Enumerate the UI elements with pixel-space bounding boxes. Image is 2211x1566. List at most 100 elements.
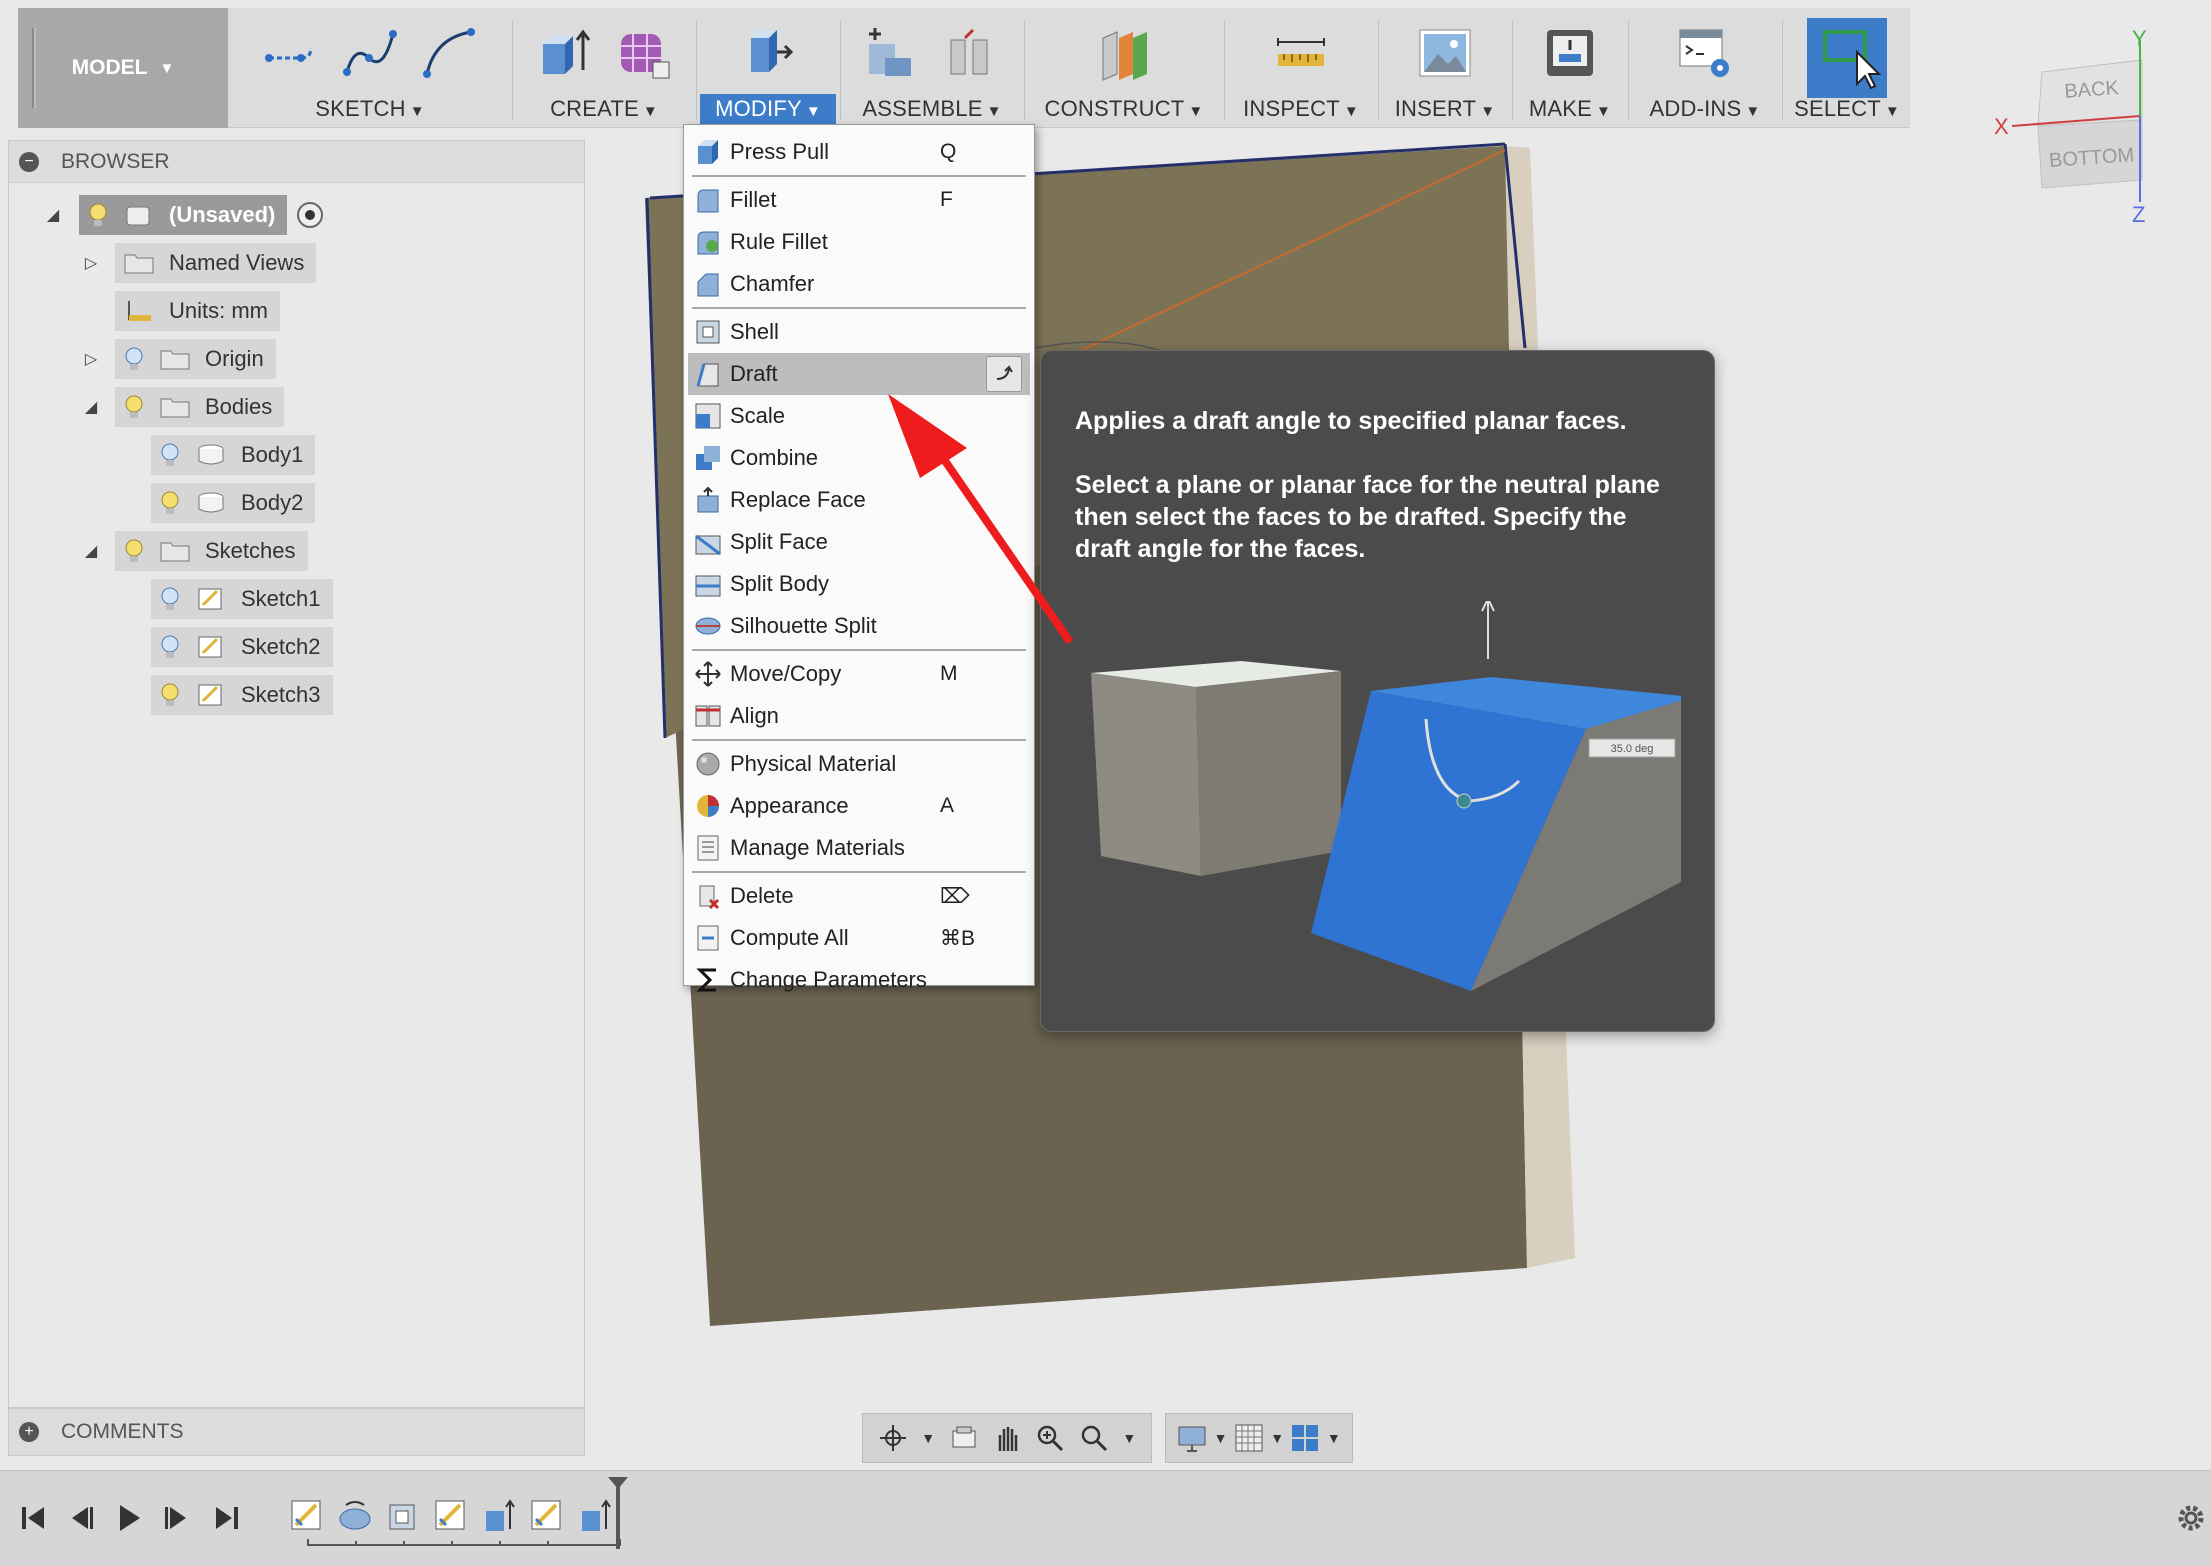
menu-item-appearance[interactable]: Appearance A — [684, 785, 1034, 827]
tree-node-body1[interactable]: Body1 — [151, 435, 316, 475]
browser-header[interactable]: − BROWSER — [9, 141, 584, 183]
3d-print-icon[interactable] — [1541, 24, 1599, 82]
zoom-icon[interactable] — [1035, 1423, 1065, 1453]
toolbar-group-create[interactable]: CREATE ▼ — [514, 8, 694, 128]
comments-panel-header[interactable]: + COMMENTS — [8, 1408, 585, 1456]
tree-node-named-views[interactable]: Named Views — [115, 243, 317, 283]
view-cube[interactable]: BACK BOTTOM X Y Z — [1982, 30, 2162, 230]
lightbulb-icon[interactable] — [87, 202, 109, 228]
toolbar-group-construct[interactable]: CONSTRUCT ▼ — [1026, 8, 1222, 128]
expand-triangle-icon[interactable]: ▷ — [79, 349, 103, 369]
menu-item-rule-fillet[interactable]: Rule Fillet — [684, 221, 1034, 263]
new-component-icon[interactable] — [863, 24, 921, 82]
lightbulb-icon[interactable] — [123, 394, 145, 420]
tree-node-sketches[interactable]: Sketches — [115, 531, 308, 571]
orbit-icon[interactable] — [878, 1423, 908, 1453]
tree-node-bodies[interactable]: Bodies — [115, 387, 285, 427]
menu-item-delete[interactable]: Delete ⌦ — [684, 875, 1034, 917]
menu-item-press-pull[interactable]: Press Pull Q — [684, 131, 1034, 173]
zoom-window-icon[interactable] — [1079, 1423, 1109, 1453]
tree-row-body2[interactable]: Body2 — [151, 483, 316, 523]
chevron-down-icon[interactable]: ▼ — [1327, 1430, 1341, 1446]
menu-item-change-parameters[interactable]: Change Parameters — [684, 959, 1034, 1001]
chevron-down-icon[interactable]: ▼ — [1122, 1430, 1136, 1446]
toolbar-group-sketch[interactable]: SKETCH ▼ — [230, 8, 510, 128]
arc-sketch-icon[interactable] — [421, 24, 479, 82]
display-settings-icon[interactable] — [1177, 1423, 1207, 1453]
toolbar-group-insert[interactable]: INSERT ▼ — [1380, 8, 1510, 128]
offset-plane-icon[interactable] — [1095, 24, 1153, 82]
shell-icon — [696, 320, 720, 344]
spline-sketch-icon[interactable] — [341, 24, 399, 82]
chevron-down-icon[interactable]: ▼ — [1270, 1430, 1284, 1446]
tree-row-sketch1[interactable]: Sketch1 — [151, 579, 333, 619]
tree-node-sketch2[interactable]: Sketch2 — [151, 627, 333, 667]
menu-item-manage-materials[interactable]: Manage Materials — [684, 827, 1034, 869]
tree-row-origin[interactable]: ▷ Origin — [79, 339, 276, 379]
lightbulb-icon[interactable] — [159, 634, 181, 660]
extrude-icon[interactable] — [535, 24, 593, 82]
tree-row-units[interactable]: Units: mm — [115, 291, 280, 331]
joint-icon[interactable] — [943, 24, 1001, 82]
menu-item-fillet[interactable]: Fillet F — [684, 179, 1034, 221]
line-sketch-icon[interactable] — [261, 24, 319, 82]
workspace-switcher-button[interactable]: MODEL ▼ — [18, 8, 228, 128]
lightbulb-icon[interactable] — [123, 346, 145, 372]
grid-icon[interactable] — [1234, 1423, 1264, 1453]
tree-row-sketches[interactable]: ◢ Sketches — [79, 531, 308, 571]
expand-triangle-icon[interactable]: ▷ — [79, 253, 103, 273]
collapse-icon[interactable]: − — [19, 151, 39, 172]
tree-row-sketch2[interactable]: Sketch2 — [151, 627, 333, 667]
step-forward-icon[interactable] — [160, 1501, 194, 1535]
viewports-icon[interactable] — [1290, 1423, 1320, 1453]
chevron-down-icon[interactable]: ▼ — [921, 1430, 935, 1446]
tree-root[interactable]: ◢ (Unsaved) — [41, 195, 325, 235]
select-window-icon[interactable] — [1807, 18, 1887, 98]
tree-node-sketch3[interactable]: Sketch3 — [151, 675, 333, 715]
form-icon[interactable] — [615, 24, 673, 82]
timeline-marker-handle[interactable] — [606, 1475, 630, 1551]
tree-row-named-views[interactable]: ▷ Named Views — [79, 243, 317, 283]
expand-triangle-icon[interactable]: ◢ — [79, 397, 103, 417]
toolbar-group-inspect[interactable]: INSPECT ▼ — [1226, 8, 1376, 128]
toolbar-group-add-ins[interactable]: ADD-INS ▼ — [1630, 8, 1780, 128]
lightbulb-icon[interactable] — [159, 586, 181, 612]
lightbulb-icon[interactable] — [159, 490, 181, 516]
press-pull-icon[interactable] — [739, 24, 797, 82]
tree-row-bodies[interactable]: ◢ Bodies — [79, 387, 285, 427]
expand-triangle-icon[interactable]: ◢ — [41, 205, 65, 225]
go-to-end-icon[interactable] — [210, 1501, 244, 1535]
insert-image-icon[interactable] — [1416, 24, 1474, 82]
lightbulb-icon[interactable] — [159, 442, 181, 468]
menu-item-align[interactable]: Align — [684, 695, 1034, 737]
toolbar-group-assemble[interactable]: ASSEMBLE ▼ — [842, 8, 1022, 128]
toolbar-group-select[interactable]: SELECT ▼ — [1784, 8, 1910, 128]
tree-node-units[interactable]: Units: mm — [115, 291, 280, 331]
toolbar-group-make[interactable]: MAKE ▼ — [1514, 8, 1626, 128]
tree-node-sketch1[interactable]: Sketch1 — [151, 579, 333, 619]
go-to-start-icon[interactable] — [16, 1501, 50, 1535]
pan-hand-icon[interactable] — [992, 1423, 1022, 1453]
tree-node-origin[interactable]: Origin — [115, 339, 276, 379]
menu-item-shell[interactable]: Shell — [684, 311, 1034, 353]
expand-plus-icon[interactable]: + — [19, 1422, 39, 1442]
timeline-settings-gear-icon[interactable] — [2174, 1501, 2208, 1535]
menu-item-compute-all[interactable]: Compute All ⌘B — [684, 917, 1034, 959]
activate-radio-icon[interactable] — [295, 200, 325, 230]
play-icon[interactable] — [112, 1501, 146, 1535]
measure-icon[interactable] — [1272, 24, 1330, 82]
lightbulb-icon[interactable] — [123, 538, 145, 564]
tree-node-body2[interactable]: Body2 — [151, 483, 316, 523]
look-at-icon[interactable] — [949, 1423, 979, 1453]
step-back-icon[interactable] — [64, 1501, 98, 1535]
tree-row-body1[interactable]: Body1 — [151, 435, 316, 475]
lightbulb-icon[interactable] — [159, 682, 181, 708]
menu-item-physical-material[interactable]: Physical Material — [684, 743, 1034, 785]
toolbar-group-modify[interactable]: MODIFY ▼ — [698, 8, 838, 128]
tree-node-unsaved[interactable]: (Unsaved) — [79, 195, 288, 235]
chevron-down-icon[interactable]: ▼ — [1214, 1430, 1228, 1446]
expand-triangle-icon[interactable]: ◢ — [79, 541, 103, 561]
tree-row-sketch3[interactable]: Sketch3 — [151, 675, 333, 715]
scripts-addins-icon[interactable] — [1676, 24, 1734, 82]
menu-item-chamfer[interactable]: Chamfer — [684, 263, 1034, 305]
